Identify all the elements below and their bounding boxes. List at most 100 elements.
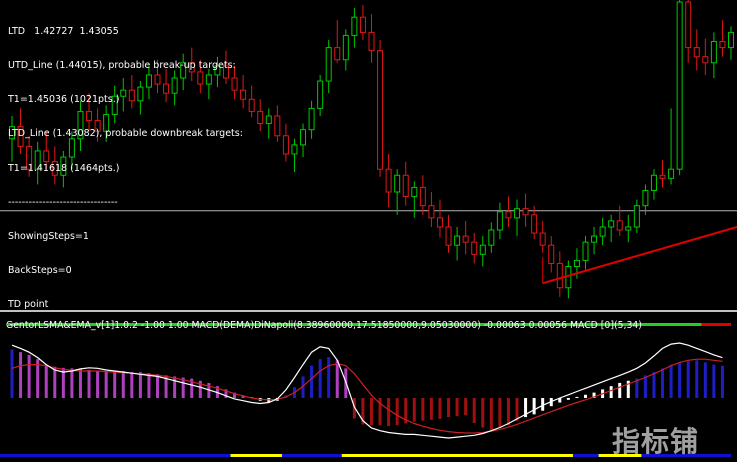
- histogram-bar: [87, 369, 91, 398]
- candle: [488, 222, 495, 253]
- candle: [428, 192, 435, 227]
- candle-body: [462, 235, 469, 243]
- td-line: [542, 225, 737, 285]
- candle: [625, 214, 632, 243]
- histogram-bar: [489, 398, 493, 430]
- candle: [265, 108, 272, 139]
- candle: [659, 160, 666, 188]
- histogram-bar: [575, 396, 579, 398]
- histogram-bar: [695, 360, 699, 398]
- candle-body: [385, 168, 392, 193]
- candle-body: [308, 107, 315, 131]
- candle-body: [650, 174, 657, 191]
- candle: [359, 5, 366, 40]
- candle: [471, 233, 478, 264]
- candle-body: [291, 144, 298, 155]
- candle-body: [685, 1, 692, 49]
- histogram-bar: [421, 398, 425, 421]
- candle: [445, 214, 452, 253]
- candle: [291, 138, 298, 173]
- state-segment: [701, 323, 731, 326]
- candle-body: [257, 110, 264, 125]
- candle: [385, 154, 392, 208]
- histogram-bar: [429, 398, 433, 420]
- candle: [342, 29, 349, 71]
- indicator-title: GentorLSMA&EMA_v[1]1.0.2 -1.00 1.00 MACD…: [6, 320, 642, 331]
- candle: [257, 99, 264, 132]
- candle-body: [531, 214, 538, 234]
- candle-body: [411, 186, 418, 198]
- candle-body: [377, 50, 384, 170]
- candle: [565, 260, 572, 299]
- candle: [556, 251, 563, 297]
- candle-body: [573, 259, 580, 267]
- histogram-bar: [104, 371, 108, 398]
- candle-body: [633, 205, 640, 228]
- candle-body: [351, 16, 358, 36]
- candle-body: [719, 41, 726, 49]
- candle-body: [488, 229, 495, 246]
- histogram-bar: [712, 364, 716, 398]
- histogram-bar: [609, 386, 613, 398]
- histogram-bar: [387, 398, 391, 427]
- histogram-bar: [643, 375, 647, 398]
- histogram-bar: [370, 398, 373, 426]
- candle: [377, 40, 384, 177]
- candle: [351, 8, 358, 48]
- histogram-bar: [27, 354, 31, 398]
- histogram-bar: [335, 360, 339, 398]
- candle-body: [359, 16, 366, 33]
- histogram-bar: [532, 398, 536, 415]
- candle: [411, 181, 418, 218]
- candle: [462, 220, 469, 255]
- candle-body: [300, 129, 307, 146]
- histogram-bar: [703, 362, 707, 398]
- info-panel: LTD 1.42727 1.43055 UTD_Line (1.44015), …: [8, 3, 243, 322]
- histogram-bar: [96, 371, 100, 398]
- histogram-bar: [53, 366, 57, 398]
- candle: [334, 20, 341, 63]
- candle-body: [436, 217, 443, 228]
- histogram-bar: [181, 377, 185, 398]
- candle-body: [702, 56, 709, 64]
- candle: [693, 29, 700, 71]
- histogram-bar: [113, 371, 117, 398]
- candle: [514, 199, 521, 237]
- candle-body: [419, 186, 426, 207]
- candle-body: [394, 174, 401, 193]
- histogram-bar: [10, 349, 14, 398]
- candle-body: [710, 41, 717, 64]
- histogram-bar: [78, 368, 82, 398]
- candle: [539, 220, 546, 253]
- candle: [454, 226, 461, 261]
- candle-body: [548, 244, 555, 264]
- histogram-bar: [455, 398, 459, 417]
- candle: [548, 236, 555, 273]
- candle: [419, 175, 426, 215]
- histogram-bar: [121, 371, 125, 398]
- candle: [582, 236, 589, 270]
- candle-body: [693, 47, 700, 58]
- candle: [702, 38, 709, 75]
- state-segment: [572, 454, 603, 457]
- candle: [436, 199, 443, 238]
- trading-chart-window: { "info_panel": { "lines": [ "LTD 1.4272…: [0, 0, 737, 462]
- histogram-bar: [130, 372, 134, 398]
- histogram-bar: [652, 372, 656, 398]
- histogram-bar: [583, 394, 587, 398]
- candle-body: [591, 235, 598, 243]
- candle: [394, 169, 401, 215]
- histogram-bar: [566, 398, 570, 400]
- candle: [599, 217, 606, 246]
- candle-body: [522, 208, 529, 216]
- candle-body: [342, 34, 349, 61]
- histogram-bar: [173, 376, 177, 398]
- candle-body: [539, 232, 546, 246]
- histogram-bar: [395, 398, 399, 426]
- state-segment: [281, 454, 346, 457]
- state-segment: [230, 454, 286, 457]
- histogram-bar: [70, 368, 74, 398]
- info-line-back-steps: BackSteps=0: [8, 265, 72, 277]
- candle: [317, 74, 324, 116]
- info-line-t1-up: T1=1.45036 (1021pts.): [8, 94, 120, 106]
